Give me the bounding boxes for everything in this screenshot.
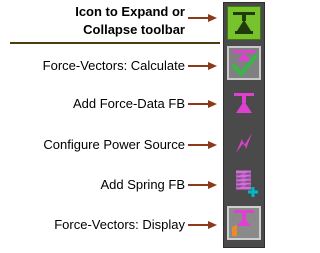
force-data-icon [234,93,254,113]
label-display: Force-Vectors: Display [54,217,185,232]
arrow-add-force-data [188,100,217,108]
force-vectors-display-button[interactable] [227,206,261,240]
force-vectors-calculate-button[interactable] [227,46,261,80]
arrow-display [188,221,217,229]
expand-collapse-button[interactable] [227,6,261,40]
label-calculate: Force-Vectors: Calculate [42,58,185,73]
force-vectors-toolbar [223,2,265,248]
label-add-force-data: Add Force-Data FB [73,96,185,111]
force-vector-check-icon [232,50,258,76]
configure-power-source-button[interactable] [227,126,261,160]
arrow-expand [188,14,217,22]
arrow-add-spring [188,181,217,189]
label-expand-line1: Icon to Expand or [75,4,185,19]
label-add-spring: Add Spring FB [100,177,185,192]
force-vector-display-icon [232,210,254,236]
label-configure-power: Configure Power Source [43,137,185,152]
label-expand-line2: Collapse toolbar [83,22,185,37]
arrow-calculate [188,62,217,70]
arrow-configure-power [188,141,217,149]
spring-icon [235,170,258,197]
lightning-icon [236,133,252,153]
add-spring-fb-button[interactable] [227,166,261,200]
add-force-data-fb-button[interactable] [227,86,261,120]
expand-collapse-icon [233,12,255,34]
divider-line [10,42,220,44]
